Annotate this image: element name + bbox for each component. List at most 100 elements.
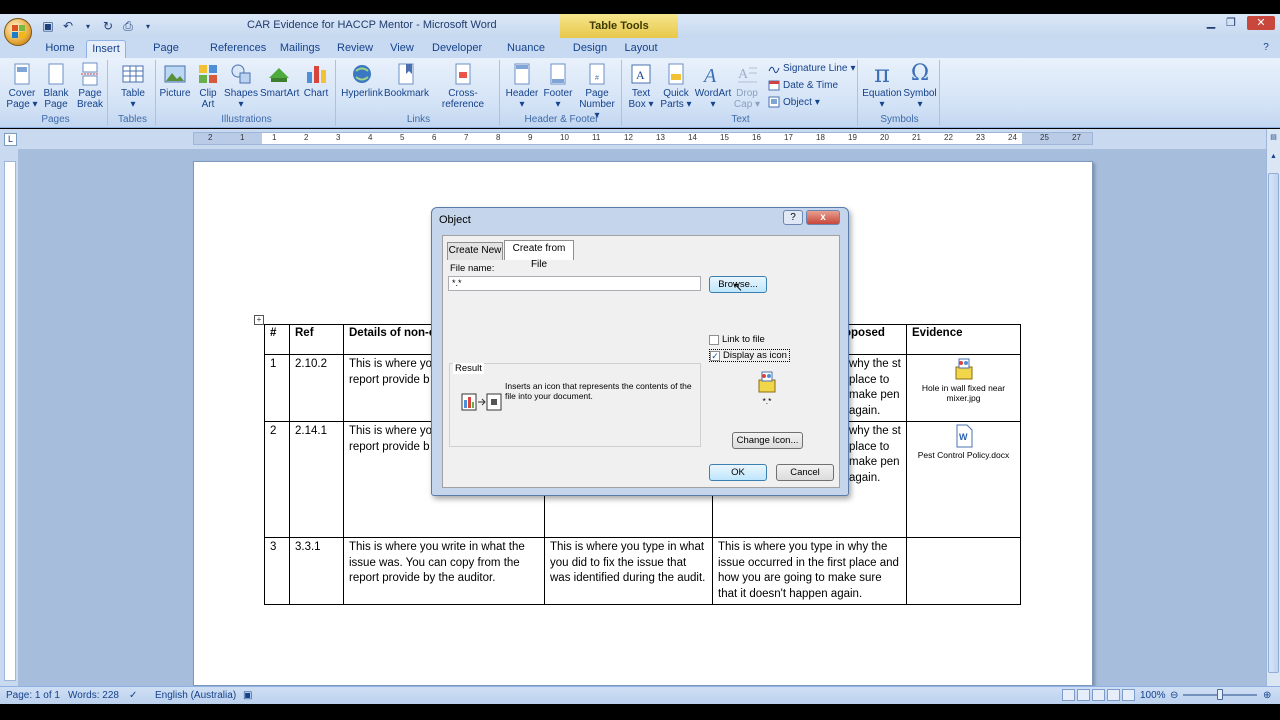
row-num[interactable]: 3 xyxy=(264,537,290,605)
tab-insert[interactable]: Insert xyxy=(86,40,126,58)
tab-page-layout[interactable]: Page Layout xyxy=(137,40,195,70)
change-icon-button[interactable]: Change Icon... xyxy=(732,432,803,449)
cancel-button[interactable]: Cancel xyxy=(776,464,834,481)
row-ref[interactable]: 3.3.1 xyxy=(289,537,344,605)
zoom-in-icon[interactable]: ⊕ xyxy=(1263,690,1271,701)
quick-parts-button[interactable]: Quick Parts ▾ xyxy=(658,62,694,110)
restore-icon[interactable]: ❐ xyxy=(1221,16,1241,30)
word-count[interactable]: Words: 228 xyxy=(68,690,119,701)
row-ref[interactable]: 2.10.2 xyxy=(289,354,344,422)
header-num[interactable]: # xyxy=(264,324,290,355)
row-ref[interactable]: 2.14.1 xyxy=(289,421,344,538)
blank-page-button[interactable]: Blank Page xyxy=(40,62,72,110)
draft-view-icon[interactable] xyxy=(1122,689,1135,701)
tab-create-new[interactable]: Create New xyxy=(447,242,503,260)
hyperlink-button[interactable]: Hyperlink xyxy=(340,62,384,99)
table-button[interactable]: Table ▾ xyxy=(116,62,150,110)
shapes-button[interactable]: Shapes ▾ xyxy=(224,62,258,110)
help-icon[interactable]: ? xyxy=(1258,40,1274,58)
object-button[interactable]: Object ▾ xyxy=(768,96,820,108)
row-evidence[interactable]: Hole in wall fixed near mixer.jpg xyxy=(906,354,1021,422)
tab-selector-icon[interactable]: L xyxy=(4,133,17,146)
row-num[interactable]: 2 xyxy=(264,421,290,538)
row-evidence[interactable] xyxy=(906,537,1021,605)
ok-button[interactable]: OK xyxy=(709,464,767,481)
tab-view[interactable]: View xyxy=(388,40,416,58)
macro-record-icon[interactable]: ▣ xyxy=(243,690,252,701)
language[interactable]: English (Australia) xyxy=(155,690,236,701)
horizontal-ruler[interactable]: 2 1 1 2 3 4 5 6 7 8 9 10 11 12 13 14 15 16 17 18 19 20 21 22 23 2… xyxy=(0,129,1280,149)
dialog-help-button[interactable]: ? xyxy=(783,210,803,225)
chart-button[interactable]: Chart xyxy=(300,62,332,99)
checkbox-box[interactable] xyxy=(709,334,719,345)
vertical-scrollbar[interactable]: ▤ ▲ xyxy=(1266,129,1280,686)
tab-nuance-pdf[interactable]: Nuance PDF xyxy=(497,40,555,70)
proofing-icon[interactable]: ✓ xyxy=(129,690,137,701)
tab-developer[interactable]: Developer xyxy=(432,40,482,58)
cover-page-button[interactable]: Cover Page ▾ xyxy=(6,62,38,110)
row-num[interactable]: 1 xyxy=(264,354,290,422)
tab-references[interactable]: References xyxy=(210,40,266,58)
web-layout-icon[interactable] xyxy=(1092,689,1105,701)
ruler-toggle-icon[interactable]: ▤ xyxy=(1268,132,1279,144)
header-ref[interactable]: Ref xyxy=(289,324,344,355)
drop-cap-button[interactable]: A Drop Cap ▾ xyxy=(732,62,762,110)
status-bar: Page: 1 of 1 Words: 228 ✓ English (Austr… xyxy=(0,686,1280,704)
signature-line-button[interactable]: Signature Line ▾ xyxy=(768,62,856,74)
tab-layout[interactable]: Layout xyxy=(622,40,660,58)
row-action[interactable]: This is where you type in what you did t… xyxy=(544,537,713,605)
row-cause[interactable]: This is where you type in why the issue … xyxy=(712,537,907,605)
ruler-mark: 11 xyxy=(592,133,601,142)
outline-view-icon[interactable] xyxy=(1107,689,1120,701)
package-icon xyxy=(758,371,776,393)
wordart-button[interactable]: A WordArt ▾ xyxy=(694,62,732,110)
header-button[interactable]: Header ▾ xyxy=(504,62,540,110)
tab-review[interactable]: Review xyxy=(337,40,373,58)
symbol-button[interactable]: Ω Symbol ▾ xyxy=(902,62,938,111)
tab-design[interactable]: Design xyxy=(571,40,609,58)
date-time-button[interactable]: Date & Time xyxy=(768,79,838,91)
print-layout-view-icon[interactable] xyxy=(1062,689,1075,701)
tab-create-from-file[interactable]: Create from File xyxy=(504,240,574,270)
zoom-level[interactable]: 100% xyxy=(1140,690,1166,701)
clip-art-button[interactable]: Clip Art xyxy=(194,62,222,110)
link-to-file-checkbox[interactable]: Link to file xyxy=(709,334,765,345)
ruler-mark: 18 xyxy=(816,133,825,142)
svg-text:A: A xyxy=(702,65,717,86)
text-box-button[interactable]: A Text Box ▾ xyxy=(624,62,658,110)
header-evidence[interactable]: Evidence xyxy=(906,324,1021,355)
display-as-icon-checkbox[interactable]: ✓ Display as icon xyxy=(709,349,790,362)
dialog-close-button[interactable]: x xyxy=(806,210,840,225)
minimize-icon[interactable]: ▁ xyxy=(1201,16,1221,30)
picture-button[interactable]: Picture xyxy=(158,62,192,99)
smartart-button[interactable]: SmartArt xyxy=(260,62,299,99)
footer-button[interactable]: Footer ▾ xyxy=(540,62,576,110)
cross-reference-button[interactable]: Cross-reference xyxy=(430,62,496,110)
file-name-input[interactable]: *.* xyxy=(448,276,701,291)
page-break-button[interactable]: Page Break xyxy=(74,62,106,110)
tab-home[interactable]: Home xyxy=(42,40,78,58)
equation-button[interactable]: π Equation ▾ xyxy=(862,62,902,110)
vertical-ruler[interactable] xyxy=(0,149,18,686)
table-move-handle-icon[interactable]: + xyxy=(254,315,264,325)
embedded-object[interactable]: W Pest Control Policy.docx xyxy=(912,424,1015,460)
row-details[interactable]: This is where you write in what the issu… xyxy=(343,537,545,605)
page-count[interactable]: Page: 1 of 1 xyxy=(6,690,60,701)
table-icon xyxy=(122,65,144,83)
close-window-icon[interactable]: ✕ xyxy=(1247,16,1275,30)
zoom-out-icon[interactable]: ⊖ xyxy=(1170,690,1178,701)
full-screen-reading-icon[interactable] xyxy=(1077,689,1090,701)
row-evidence[interactable]: W Pest Control Policy.docx xyxy=(906,421,1021,538)
page-number-button[interactable]: # Page Number ▾ xyxy=(576,62,618,121)
ruler-mark: 8 xyxy=(496,133,501,142)
ruler-mark: 15 xyxy=(720,133,729,142)
shapes-icon xyxy=(231,64,251,84)
zoom-slider-thumb[interactable] xyxy=(1217,689,1223,700)
tab-mailings[interactable]: Mailings xyxy=(278,40,322,58)
embedded-object[interactable]: Hole in wall fixed near mixer.jpg xyxy=(912,357,1015,403)
bookmark-button[interactable]: Bookmark xyxy=(384,62,429,99)
scroll-up-icon[interactable]: ▲ xyxy=(1268,151,1279,163)
scroll-thumb[interactable] xyxy=(1268,173,1279,673)
office-button[interactable] xyxy=(4,18,32,46)
checkbox-box-checked[interactable]: ✓ xyxy=(710,350,720,361)
